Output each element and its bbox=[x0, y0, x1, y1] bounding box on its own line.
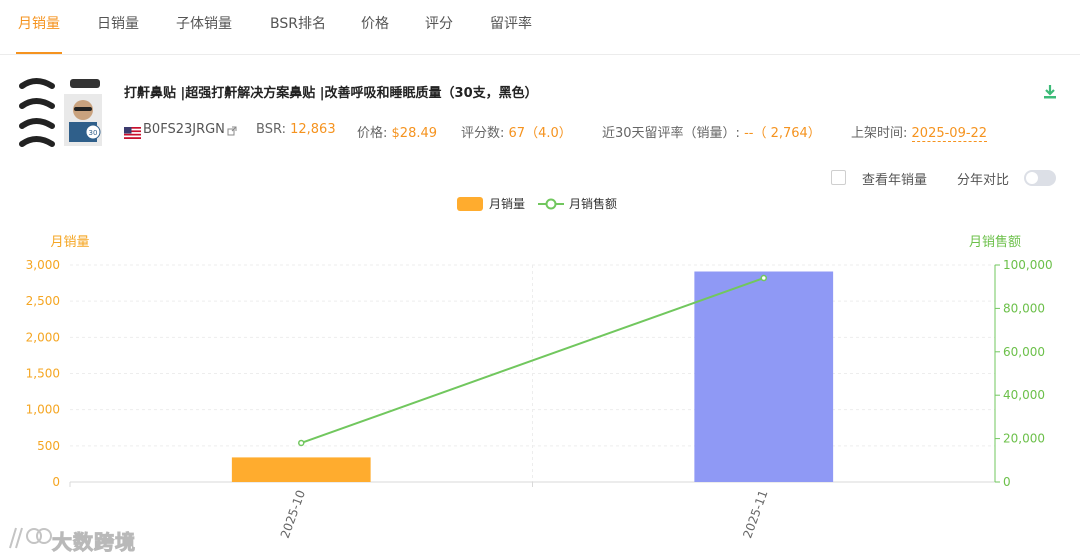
y-left-tick-label: 1,000 bbox=[26, 403, 60, 417]
y-right-tick-label: 80,000 bbox=[1003, 301, 1045, 315]
x-tick-label: 2025-11 bbox=[740, 488, 770, 540]
y-left-axis-title: 月销量 bbox=[50, 235, 89, 250]
y-left-tick-label: 1,500 bbox=[26, 367, 60, 381]
y-left-tick-label: 2,500 bbox=[26, 294, 60, 308]
y-left-tick-label: 500 bbox=[37, 439, 60, 453]
sales-chart: 0 500 1,000 1,500 2,000 2,500 3,000 0 20,000 40,0… bbox=[26, 234, 1053, 540]
point-monthly-revenue bbox=[298, 439, 305, 447]
y-right-tick-label: 20,000 bbox=[1003, 432, 1045, 446]
y-right-tick-label: 0 bbox=[1003, 475, 1011, 489]
bar-monthly-sales bbox=[231, 457, 371, 482]
point-monthly-revenue bbox=[760, 274, 767, 282]
x-tick-label: 2025-10 bbox=[278, 488, 308, 540]
y-right-tick-label: 100,000 bbox=[1003, 258, 1053, 272]
y-right-tick-label: 40,000 bbox=[1003, 388, 1045, 402]
y-left-tick-label: 2,000 bbox=[26, 330, 60, 344]
y-left-tick-label: 3,000 bbox=[26, 258, 60, 272]
bar-monthly-sales bbox=[694, 271, 834, 482]
watermark-text: 大数跨境 bbox=[52, 530, 136, 555]
y-left-tick-label: 0 bbox=[52, 475, 60, 489]
y-right-axis-title: 月销售额 bbox=[969, 234, 1021, 250]
y-right-tick-label: 60,000 bbox=[1003, 345, 1045, 359]
